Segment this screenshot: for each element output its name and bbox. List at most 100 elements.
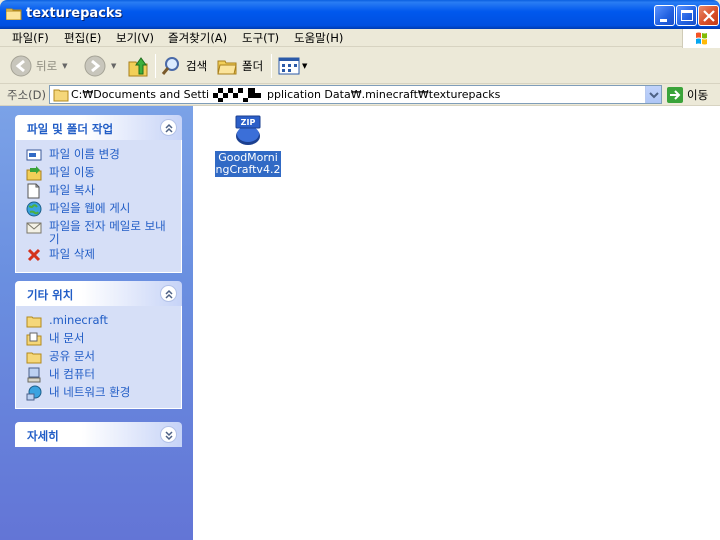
task-email-file[interactable]: 파일을 전자 메일로 보내기 — [26, 218, 181, 246]
svg-text:ZIP: ZIP — [241, 118, 256, 127]
place-label: 내 컴퓨터 — [49, 367, 95, 381]
zip-file-icon: ZIP — [235, 115, 261, 145]
my-documents-icon — [26, 332, 42, 346]
window-title: texturepacks — [26, 6, 123, 21]
folders-button[interactable]: 폴더 — [216, 52, 263, 80]
place-minecraft[interactable]: .minecraft — [26, 312, 181, 330]
task-copy-file[interactable]: 파일 복사 — [26, 182, 181, 200]
place-label: 내 네트워크 환경 — [49, 385, 131, 399]
address-input[interactable]: C:₩Documents and Setting pplication Data… — [49, 85, 662, 104]
redacted-region — [210, 86, 266, 103]
chevron-down-icon — [649, 92, 659, 99]
other-places-header[interactable]: 기타 위치 — [15, 281, 182, 306]
my-computer-icon — [27, 367, 41, 383]
file-folder-tasks-header[interactable]: 파일 및 폴더 작업 — [15, 115, 182, 140]
maximize-button[interactable] — [676, 5, 697, 26]
back-button[interactable]: 뒤로 ▼ — [10, 52, 68, 80]
collapse-button[interactable] — [160, 285, 177, 302]
back-dropdown-icon[interactable]: ▼ — [62, 62, 67, 70]
task-label: 파일을 웹에 게시 — [49, 201, 131, 215]
panel-title: 파일 및 폴더 작업 — [27, 122, 114, 136]
menu-help[interactable]: 도움말(H) — [294, 30, 343, 46]
close-icon — [703, 10, 715, 22]
go-button[interactable]: 이동 — [667, 87, 708, 103]
forward-button[interactable]: ▼ — [84, 52, 116, 80]
place-my-computer[interactable]: 내 컴퓨터 — [26, 366, 181, 384]
place-label: 내 문서 — [49, 331, 85, 345]
menu-view[interactable]: 보기(V) — [116, 30, 154, 46]
expand-button[interactable] — [160, 426, 177, 443]
go-label: 이동 — [687, 88, 709, 102]
search-button[interactable]: 검색 — [160, 52, 207, 80]
folders-icon — [217, 60, 237, 75]
task-publish-web[interactable]: 파일을 웹에 게시 — [26, 200, 181, 218]
menu-tools[interactable]: 도구(T) — [242, 30, 279, 46]
email-icon — [26, 222, 42, 234]
views-icon — [278, 57, 300, 75]
title-bar[interactable]: texturepacks — [0, 0, 720, 29]
back-arrow-icon — [10, 55, 32, 77]
views-button[interactable]: ▼ — [278, 52, 307, 80]
place-label: 공유 문서 — [49, 349, 95, 363]
up-folder-icon — [128, 57, 148, 77]
forward-dropdown-icon[interactable]: ▼ — [111, 62, 116, 70]
up-folder-button[interactable] — [127, 52, 149, 80]
task-label: 파일 이름 변경 — [49, 147, 120, 161]
chevron-up-icon — [165, 123, 173, 133]
place-my-network[interactable]: 내 네트워크 환경 — [26, 384, 181, 402]
panel-title: 기타 위치 — [27, 288, 74, 302]
minimize-icon — [660, 19, 667, 22]
address-label: 주소(D) — [7, 88, 46, 102]
address-path-start: C:₩Documents and Setting — [71, 88, 224, 101]
menu-edit[interactable]: 편집(E) — [64, 30, 101, 46]
file-folder-tasks-panel: 파일 및 폴더 작업 파일 이름 변경 파일 이동 파일 복사 파일을 웹에 게… — [15, 115, 182, 273]
menu-bar: 파일(F) 편집(E) 보기(V) 즐겨찾기(A) 도구(T) 도움말(H) — [0, 29, 720, 48]
task-move-file[interactable]: 파일 이동 — [26, 164, 181, 182]
panel-title: 자세히 — [27, 429, 59, 443]
task-rename-file[interactable]: 파일 이름 변경 — [26, 146, 181, 164]
maximize-icon — [681, 10, 693, 21]
details-panel: 자세히 — [15, 422, 182, 447]
move-icon — [26, 166, 42, 181]
address-path-end: pplication Data₩.minecraft₩texturepacks — [267, 88, 501, 101]
menu-file[interactable]: 파일(F) — [12, 30, 49, 46]
task-delete-file[interactable]: 파일 삭제 — [26, 246, 181, 264]
chevron-up-icon — [165, 289, 173, 299]
folder-icon — [6, 8, 22, 20]
network-icon — [26, 385, 42, 401]
task-label: 파일을 전자 메일로 보내기 — [49, 219, 166, 246]
delete-icon — [27, 248, 41, 262]
go-arrow-icon — [667, 87, 683, 103]
task-pane: 파일 및 폴더 작업 파일 이름 변경 파일 이동 파일 복사 파일을 웹에 게… — [0, 106, 193, 540]
other-places-panel: 기타 위치 .minecraft 내 문서 공유 문서 내 컴퓨터 내 네트워크… — [15, 281, 182, 409]
task-label: 파일 삭제 — [49, 247, 95, 261]
minimize-button[interactable] — [654, 5, 675, 26]
rename-icon — [26, 149, 42, 161]
menu-favorites[interactable]: 즐겨찾기(A) — [168, 30, 227, 46]
place-label: .minecraft — [49, 313, 108, 327]
place-my-documents[interactable]: 내 문서 — [26, 330, 181, 348]
windows-flag-icon — [696, 32, 707, 45]
search-icon — [161, 57, 179, 75]
chevron-down-icon — [165, 431, 173, 441]
close-button[interactable] — [698, 5, 719, 26]
task-label: 파일 이동 — [49, 165, 95, 179]
shared-folder-icon — [26, 352, 42, 364]
address-bar: 주소(D) C:₩Documents and Setting pplicatio… — [0, 84, 720, 106]
forward-arrow-icon — [84, 55, 106, 77]
views-dropdown-icon[interactable]: ▼ — [302, 62, 307, 70]
collapse-button[interactable] — [160, 119, 177, 136]
details-header[interactable]: 자세히 — [15, 422, 182, 447]
file-list-view[interactable]: ZIP GoodMorningCraftv4.2 — [193, 106, 720, 540]
task-label: 파일 복사 — [49, 183, 95, 197]
file-name: GoodMorningCraftv4.2 — [215, 151, 281, 177]
windows-logo — [682, 29, 720, 48]
place-shared-documents[interactable]: 공유 문서 — [26, 348, 181, 366]
publish-web-icon — [26, 201, 42, 217]
folders-label: 폴더 — [242, 59, 264, 73]
search-label: 검색 — [186, 59, 208, 73]
copy-icon — [27, 183, 40, 199]
address-dropdown-button[interactable] — [645, 86, 661, 103]
folder-icon — [26, 316, 42, 328]
back-label: 뒤로 — [36, 59, 58, 73]
